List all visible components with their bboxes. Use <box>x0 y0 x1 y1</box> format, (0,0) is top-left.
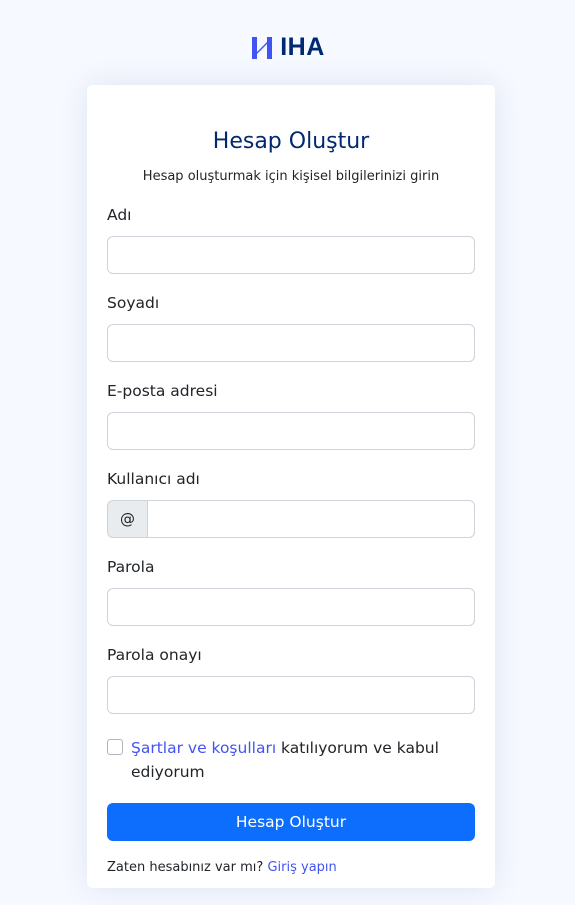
password-group: Parola <box>107 556 475 626</box>
last-name-group: Soyadı <box>107 292 475 362</box>
username-prefix: @ <box>107 500 147 538</box>
password-input[interactable] <box>107 588 475 626</box>
page-subtitle: Hesap oluşturmak için kişisel bilgilerin… <box>142 169 440 184</box>
create-account-button[interactable]: Hesap Oluştur <box>107 803 475 841</box>
brand-name: IHA <box>280 33 325 61</box>
login-prompt-text: Zaten hesabınız var mı? <box>107 860 264 875</box>
terms-row: Şartlar ve koşulları katılıyorum ve kabu… <box>107 736 475 784</box>
email-input[interactable] <box>107 412 475 450</box>
login-prompt: Zaten hesabınız var mı? Giriş yapın <box>107 859 475 877</box>
terms-text: Şartlar ve koşulları katılıyorum ve kabu… <box>131 736 461 784</box>
register-card: Hesap Oluştur Hesap oluşturmak için kişi… <box>87 85 495 888</box>
email-label: E-posta adresi <box>107 382 218 400</box>
password-confirm-label: Parola onayı <box>107 646 202 664</box>
terms-link[interactable]: Şartlar ve koşulları <box>131 739 276 757</box>
username-label: Kullanıcı adı <box>107 470 200 488</box>
first-name-group: Adı <box>107 204 475 274</box>
page-title: Hesap Oluştur <box>212 129 370 154</box>
password-confirm-input[interactable] <box>107 676 475 714</box>
username-input[interactable] <box>147 500 475 538</box>
password-label: Parola <box>107 558 155 576</box>
username-input-group: @ <box>107 500 475 538</box>
last-name-label: Soyadı <box>107 294 160 312</box>
brand-logo[interactable]: IHA <box>0 33 575 62</box>
first-name-label: Adı <box>107 206 132 224</box>
email-group: E-posta adresi <box>107 380 475 450</box>
username-group: Kullanıcı adı @ <box>107 468 475 538</box>
terms-checkbox[interactable] <box>107 739 123 755</box>
first-name-input[interactable] <box>107 236 475 274</box>
login-link[interactable]: Giriş yapın <box>267 860 336 875</box>
last-name-input[interactable] <box>107 324 475 362</box>
register-form: Adı Soyadı E-posta adresi Kullanıcı adı … <box>107 204 475 714</box>
iha-logo-icon <box>252 36 273 59</box>
password-confirm-group: Parola onayı <box>107 644 475 714</box>
